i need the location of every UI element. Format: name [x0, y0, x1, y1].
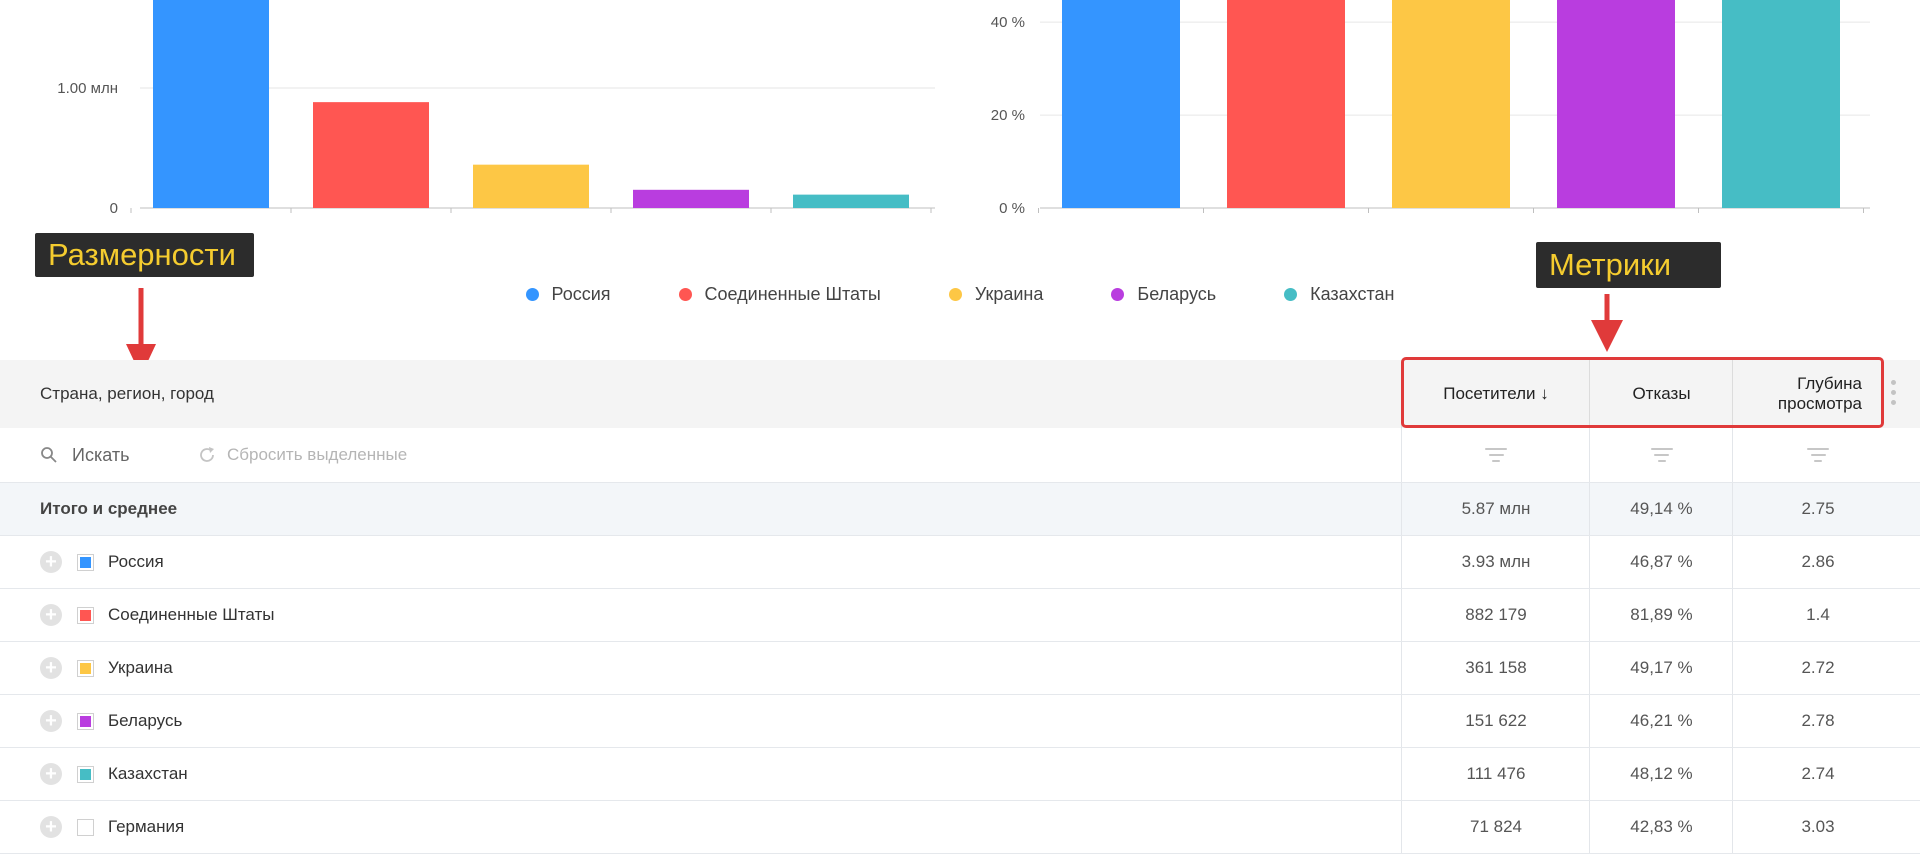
- more-options-icon[interactable]: [1891, 380, 1896, 405]
- depth-value: 2.72: [1732, 642, 1903, 694]
- depth-value: 2.74: [1732, 748, 1903, 800]
- visitors-value: 882 179: [1401, 589, 1590, 641]
- bounces-value: 49,17 %: [1589, 642, 1733, 694]
- visitors-bar-0[interactable]: [153, 0, 269, 208]
- total-bounces: 49,14 %: [1589, 483, 1733, 535]
- color-swatch[interactable]: [77, 712, 94, 730]
- color-swatch[interactable]: [77, 765, 94, 783]
- legend-dot: [1111, 288, 1125, 301]
- bounces-value: 46,21 %: [1589, 695, 1733, 747]
- expand-plus-icon[interactable]: +: [40, 604, 62, 626]
- visitors-value: 151 622: [1401, 695, 1590, 747]
- report-table: Страна, регион, город Посетители ↓ Отказ…: [0, 360, 1920, 854]
- legend-item-kazakhstan[interactable]: Казахстан: [1284, 284, 1394, 305]
- legend-item-belarus[interactable]: Беларусь: [1111, 284, 1216, 305]
- row-label: Казахстан: [108, 764, 188, 783]
- dimensions-callout: Размерности: [35, 233, 254, 277]
- color-swatch[interactable]: [77, 818, 94, 836]
- bounces-filter-button[interactable]: [1589, 428, 1733, 482]
- legend-item-russia[interactable]: Россия: [525, 284, 611, 305]
- depth-value: 1.4: [1732, 589, 1903, 641]
- legend-dot: [678, 288, 692, 301]
- depth-value: 2.86: [1732, 536, 1903, 588]
- color-swatch[interactable]: [77, 553, 94, 571]
- refresh-icon: [200, 447, 214, 462]
- depth-value: 2.78: [1732, 695, 1903, 747]
- metrics-highlight-box: [1401, 357, 1884, 428]
- table-row[interactable]: + Россия 3.93 млн 46,87 % 2.86: [0, 536, 1920, 589]
- total-visitors: 5.87 млн: [1401, 483, 1590, 535]
- table-row[interactable]: + Беларусь 151 622 46,21 % 2.78: [0, 695, 1920, 748]
- legend-label: Россия: [551, 284, 611, 304]
- total-label: Итого и среднее: [40, 499, 178, 518]
- color-swatch[interactable]: [77, 659, 94, 677]
- row-label: Россия: [108, 552, 164, 571]
- expand-plus-icon[interactable]: +: [40, 816, 62, 838]
- bounce-rate-bar-0[interactable]: [1062, 0, 1180, 208]
- y-tick-label: 40 %: [991, 14, 1025, 31]
- visitors-bar-4[interactable]: [793, 194, 909, 208]
- depth-value: 3.03: [1732, 801, 1903, 853]
- legend-item-ukraine[interactable]: Украина: [948, 284, 1044, 305]
- bounces-value: 46,87 %: [1589, 536, 1733, 588]
- table-row[interactable]: + Украина 361 158 49,17 % 2.72: [0, 642, 1920, 695]
- legend-label: Казахстан: [1310, 284, 1395, 304]
- dimension-header[interactable]: Страна, регион, город: [40, 360, 214, 428]
- row-label: Соединенные Штаты: [108, 605, 275, 624]
- expand-plus-icon[interactable]: +: [40, 551, 62, 573]
- metrics-callout: Метрики: [1536, 242, 1721, 288]
- legend-label: Соединенные Штаты: [704, 284, 881, 304]
- table-row[interactable]: + Соединенные Штаты 882 179 81,89 % 1.4: [0, 589, 1920, 642]
- y-tick-label: 0 %: [999, 200, 1025, 217]
- legend-label: Беларусь: [1137, 284, 1217, 304]
- expand-plus-icon[interactable]: +: [40, 657, 62, 679]
- y-tick-label: 20 %: [991, 107, 1025, 124]
- visitors-value: 3.93 млн: [1401, 536, 1590, 588]
- filter-icon: [1650, 448, 1673, 462]
- expand-plus-icon[interactable]: +: [40, 710, 62, 732]
- table-row[interactable]: + Казахстан 111 476 48,12 % 2.74: [0, 748, 1920, 801]
- visitors-value: 361 158: [1401, 642, 1590, 694]
- y-tick-label: 1.00 млн: [57, 80, 118, 97]
- table-row[interactable]: + Германия 71 824 42,83 % 3.03: [0, 801, 1920, 854]
- search-icon: [41, 447, 57, 463]
- color-swatch[interactable]: [77, 606, 94, 624]
- reset-selection-button[interactable]: Сбросить выделенные: [197, 428, 407, 482]
- bounce-rate-bar-1[interactable]: [1227, 0, 1345, 208]
- bounce-rate-bar-4[interactable]: [1722, 0, 1840, 208]
- total-depth: 2.75: [1732, 483, 1903, 535]
- metrics-arrow-icon: [1591, 294, 1623, 352]
- bounce-rate-bar-3[interactable]: [1557, 0, 1675, 208]
- visitors-bar-1[interactable]: [313, 102, 429, 208]
- row-label: Беларусь: [108, 711, 183, 730]
- search-field[interactable]: Искать: [40, 428, 129, 482]
- row-label: Украина: [108, 658, 173, 677]
- total-row: Итого и среднее 5.87 млн 49,14 % 2.75: [0, 483, 1920, 536]
- charts-area: 01.00 млн2.00 млн0 %20 %40 %: [57, 0, 1870, 217]
- bounce-rate-bar-2[interactable]: [1392, 0, 1510, 208]
- legend-dot: [1284, 288, 1298, 301]
- bounces-value: 48,12 %: [1589, 748, 1733, 800]
- legend-dot: [948, 288, 962, 301]
- row-label: Германия: [108, 817, 185, 836]
- legend-dot: [525, 288, 539, 301]
- bounces-value: 81,89 %: [1589, 589, 1733, 641]
- visitors-bar-3[interactable]: [633, 189, 749, 208]
- filter-icon: [1807, 448, 1829, 462]
- reset-label: Сбросить выделенные: [227, 445, 408, 464]
- expand-plus-icon[interactable]: +: [40, 763, 62, 785]
- legend-label: Украина: [974, 284, 1044, 304]
- visitors-value: 111 476: [1401, 748, 1590, 800]
- visitors-filter-button[interactable]: [1401, 428, 1590, 482]
- depth-filter-button[interactable]: [1732, 428, 1903, 482]
- y-tick-label: 0: [110, 200, 118, 217]
- table-filter-row: Искать Сбросить выделенные: [0, 428, 1920, 483]
- visitors-value: 71 824: [1401, 801, 1590, 853]
- visitors-bar-2[interactable]: [473, 164, 589, 208]
- legend-item-usa[interactable]: Соединенные Штаты: [678, 284, 881, 305]
- filter-icon: [1485, 448, 1507, 462]
- bounces-value: 42,83 %: [1589, 801, 1733, 853]
- search-label: Искать: [72, 444, 130, 465]
